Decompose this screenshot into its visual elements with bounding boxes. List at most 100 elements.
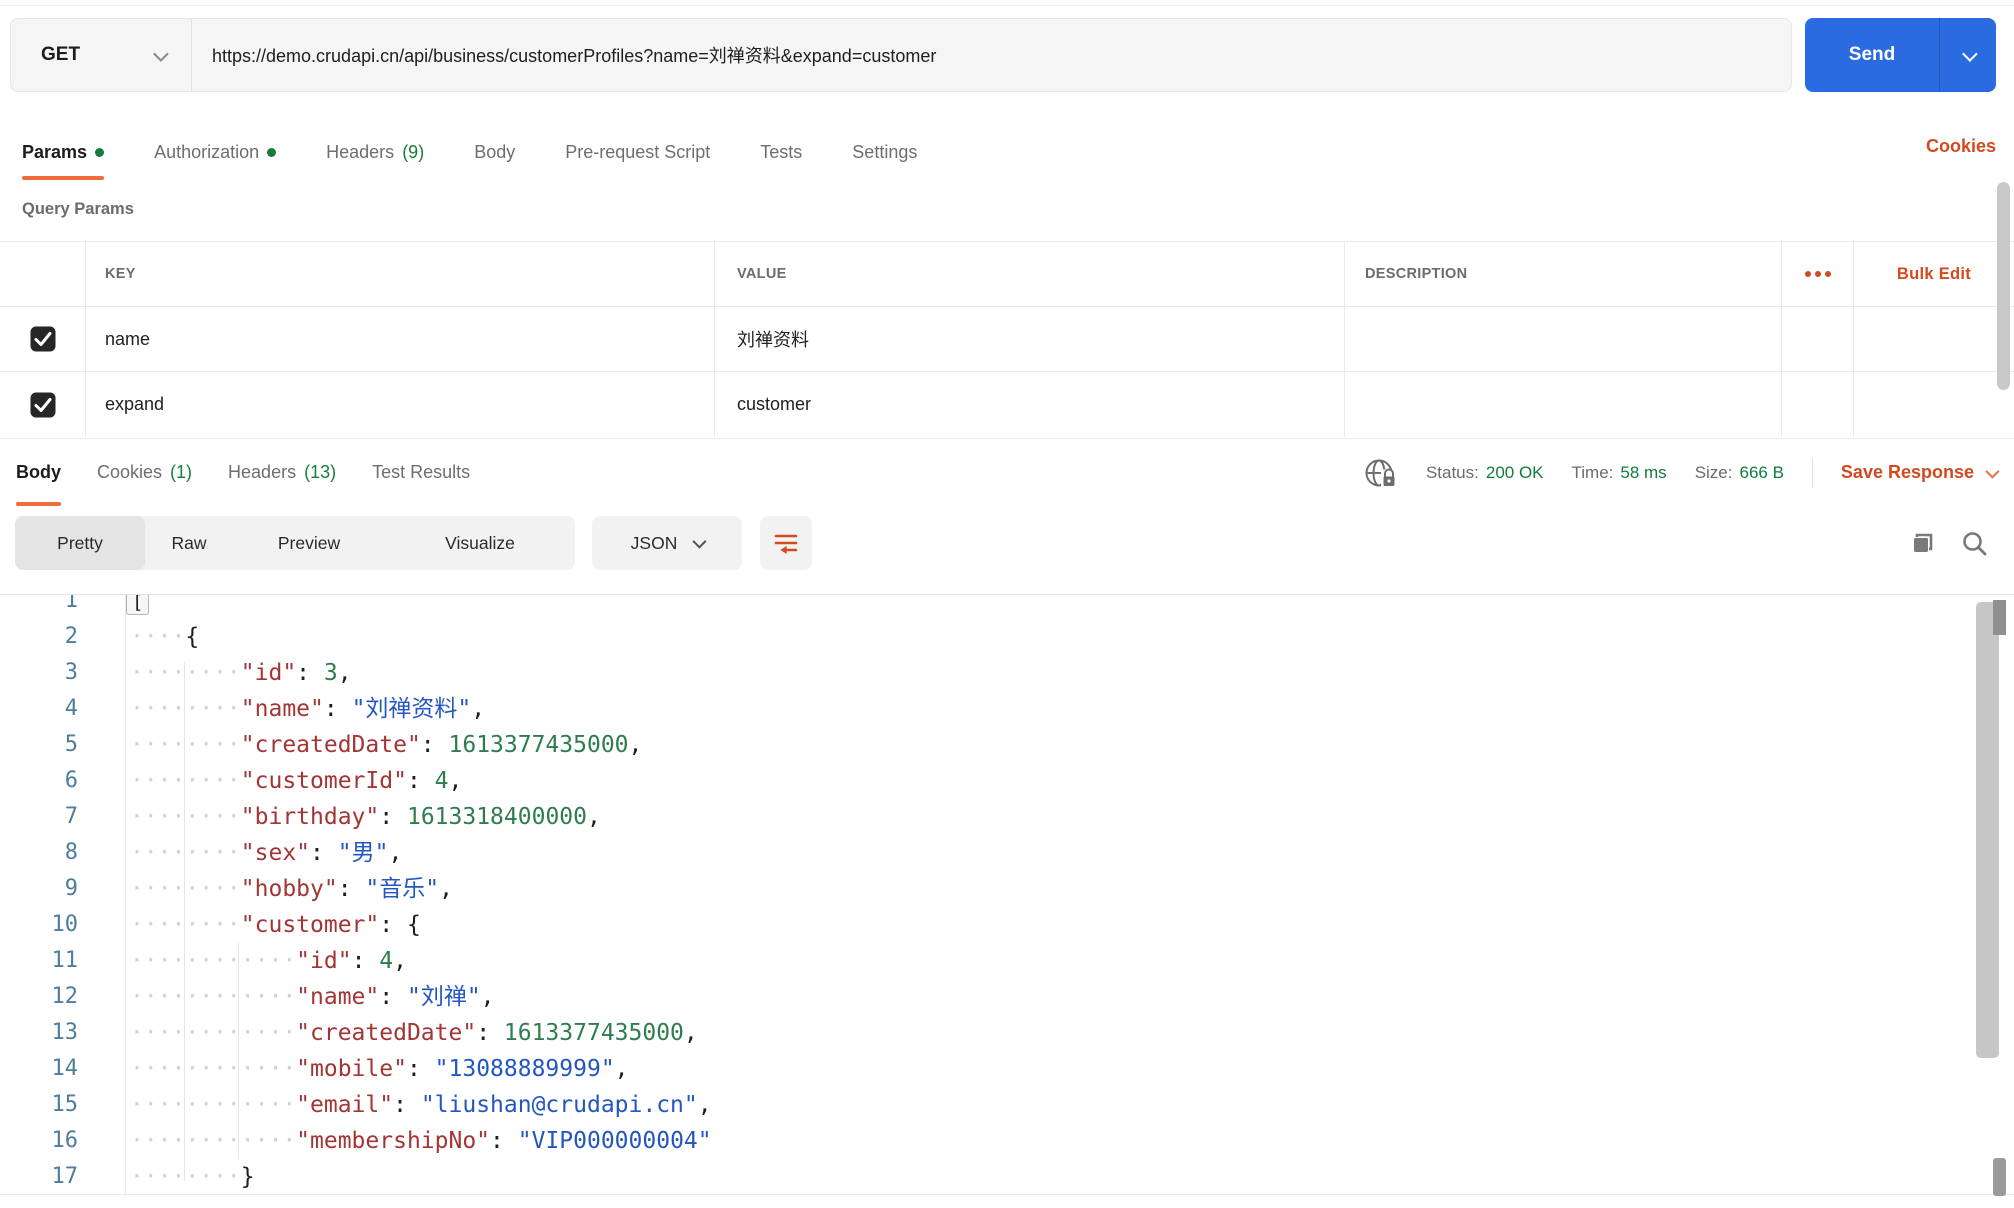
code-line-content: ············"createdDate": 1613377435000… (78, 1015, 698, 1051)
token-p: , (614, 1056, 629, 1082)
tab-settings[interactable]: Settings (852, 124, 917, 180)
token-p: : (310, 840, 338, 866)
token-k: "createdDate" (240, 732, 421, 758)
time-label: Time: (1571, 462, 1614, 482)
bulk-edit-link[interactable]: Bulk Edit (1897, 265, 1971, 284)
code-line-content: ············"name": "刘禅", (78, 979, 495, 1015)
url-input[interactable]: https://demo.crudapi.cn/api/business/cus… (192, 42, 936, 68)
view-pretty[interactable]: Pretty (15, 516, 145, 570)
param-value[interactable]: 刘禅资料 (715, 307, 1345, 371)
token-p: , (337, 660, 352, 686)
line-number: 9 (64, 876, 78, 901)
param-checkbox[interactable] (30, 326, 56, 352)
tab-pre-request-script[interactable]: Pre-request Script (565, 124, 710, 180)
token-k: "mobile" (296, 1056, 407, 1082)
status-label: Status: (1425, 462, 1479, 482)
response-tab-headers[interactable]: Headers (13) (228, 439, 336, 506)
param-description[interactable] (1345, 372, 1782, 437)
code-line-content: ············"mobile": "13088889999", (78, 1051, 629, 1087)
line-number: 8 (64, 840, 78, 865)
param-row: expand customer (0, 372, 2014, 437)
params-header-row: KEY VALUE DESCRIPTION Bulk Edit (0, 241, 2014, 307)
gutter-divider (125, 595, 126, 1194)
token-s: "13088889999" (434, 1056, 615, 1082)
param-key[interactable]: name (86, 307, 715, 371)
code-line: 1[ (0, 595, 712, 619)
indent-guide (184, 661, 185, 1181)
wrap-line-icon (774, 534, 798, 555)
tab-headers-count: (9) (402, 141, 425, 162)
send-button[interactable]: Send (1805, 18, 1996, 92)
param-row: name 刘禅资料 (0, 307, 2014, 372)
cookies-link[interactable]: Cookies (1926, 136, 1996, 157)
tab-body[interactable]: Body (474, 124, 515, 180)
token-k: "customer" (240, 912, 380, 938)
line-number: 7 (64, 804, 78, 829)
view-raw[interactable]: Raw (145, 516, 233, 570)
code-lines: 1[2 ····{3 ········"id": 3, 4 ········"name"… (0, 595, 712, 1195)
line-number: 4 (64, 696, 78, 721)
search-button[interactable] (1960, 529, 1990, 559)
wrap-line-button[interactable] (760, 516, 812, 570)
tab-headers[interactable]: Headers (9) (326, 124, 424, 180)
token-p: : (476, 1020, 504, 1046)
copy-button[interactable] (1908, 529, 1938, 559)
param-value[interactable]: customer (715, 372, 1345, 437)
token-p: : (296, 660, 324, 686)
param-description[interactable] (1345, 307, 1782, 371)
code-line: 7 ········"birthday": 1613318400000, (0, 799, 712, 835)
response-tab-body[interactable]: Body (16, 439, 61, 506)
token-k: "id" (240, 660, 297, 686)
param-more-cell (1782, 372, 1854, 437)
fold-marker[interactable]: [ (126, 595, 150, 615)
send-label: Send (1848, 44, 1896, 65)
time-group: Time: 58 ms (1572, 463, 1667, 483)
size-value: 666 B (1739, 462, 1784, 482)
param-key[interactable]: expand (86, 372, 715, 437)
more-actions-cell (1782, 242, 1854, 306)
indent-dots: ············ (130, 948, 297, 974)
tab-params-label: Params (22, 141, 88, 162)
tab-params[interactable]: Params (22, 124, 105, 180)
save-response-link[interactable]: Save Response (1841, 462, 2000, 483)
send-dropdown-button[interactable] (1940, 18, 1996, 92)
code-line: 15 ············"email": "liushan@crudapi.… (0, 1087, 712, 1123)
format-dropdown[interactable]: JSON (592, 516, 742, 570)
code-line: 12 ············"name": "刘禅", (0, 979, 712, 1015)
code-line-content: ········"name": "刘禅资料", (78, 691, 485, 727)
bulk-edit-cell: Bulk Edit (1854, 242, 2014, 306)
param-check-cell (0, 307, 86, 371)
token-s: "刘禅资料" (351, 696, 472, 722)
line-number: 17 (51, 1164, 79, 1189)
token-p: , (683, 1020, 698, 1046)
query-params-title: Query Params (22, 200, 134, 218)
status-value: 200 OK (1485, 462, 1544, 482)
tab-tests[interactable]: Tests (760, 124, 802, 180)
size-group: Size: 666 B (1695, 463, 1784, 483)
indent-dots: ········ (130, 912, 241, 938)
meta-divider (1811, 457, 1813, 488)
method-selector[interactable]: GET (11, 44, 191, 66)
chevron-down-icon (153, 45, 169, 62)
line-number: 11 (51, 948, 79, 973)
response-header: Body Cookies (1) Headers (13) Test Results St… (0, 438, 2014, 506)
response-tab-cookies-count: (1) (170, 462, 193, 482)
response-body-editor[interactable]: 1[2 ····{3 ········"id": 3, 4 ········"name"… (0, 594, 2014, 1208)
view-visualize[interactable]: Visualize (385, 516, 575, 570)
outer-scrollbar-thumb-bottom[interactable] (1993, 1158, 2006, 1196)
indent-dots: ········ (130, 732, 241, 758)
code-line: 2 ····{ (0, 619, 712, 655)
view-preview[interactable]: Preview (233, 516, 385, 570)
param-checkbox[interactable] (30, 392, 56, 418)
more-actions-icon[interactable] (1804, 271, 1831, 277)
code-line-content: ········"hobby": "音乐", (78, 871, 453, 907)
page-scrollbar-thumb[interactable] (1997, 182, 2010, 390)
top-divider (0, 5, 2014, 6)
outer-scrollbar-thumb-top[interactable] (1993, 600, 2006, 635)
tab-authorization[interactable]: Authorization (154, 124, 277, 180)
editor-scrollbar-thumb[interactable] (1976, 602, 1999, 1058)
response-tab-cookies[interactable]: Cookies (1) (97, 439, 192, 506)
response-tab-test-results[interactable]: Test Results (372, 439, 470, 506)
tab-headers-label: Headers (326, 141, 395, 162)
time-value: 58 ms (1620, 462, 1667, 482)
